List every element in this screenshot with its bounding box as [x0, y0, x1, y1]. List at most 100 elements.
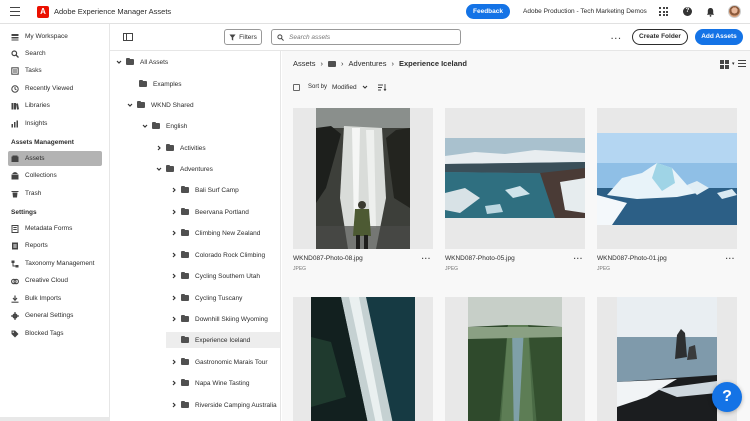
- rail-item-creative-cloud[interactable]: Creative Cloud: [8, 273, 102, 288]
- asset-name: WKND087-Photo-01.jpg: [597, 255, 667, 262]
- asset-thumbnail[interactable]: [293, 297, 433, 421]
- rail-item-insights[interactable]: Insights: [8, 116, 102, 131]
- chevron-down-icon[interactable]: [156, 166, 162, 172]
- menu-icon[interactable]: [738, 60, 746, 67]
- breadcrumb-adventures[interactable]: Adventures: [349, 59, 387, 68]
- add-assets-button[interactable]: Add Assets: [695, 29, 743, 45]
- blocked-tag-icon: [11, 330, 19, 337]
- tree-item-cycling-tuscany[interactable]: Cycling Tuscany: [171, 290, 276, 306]
- help-icon[interactable]: ?: [683, 7, 692, 16]
- asset-thumbnail[interactable]: [445, 297, 585, 421]
- avatar[interactable]: [728, 5, 741, 18]
- chevron-right-icon[interactable]: [171, 316, 177, 322]
- chevron-right-icon[interactable]: [171, 187, 177, 193]
- asset-card[interactable]: WKND087-Photo-05.jpg JPEG ···: [445, 108, 585, 272]
- tree-item-english[interactable]: English: [142, 118, 276, 134]
- chevron-right-icon[interactable]: [171, 273, 177, 279]
- rail-item-recently-viewed[interactable]: Recently Viewed: [8, 81, 102, 96]
- asset-card[interactable]: WKND087-Photo-01.jpg JPEG ···: [597, 108, 737, 272]
- chevron-right-icon[interactable]: [171, 230, 177, 236]
- chevron-right-icon[interactable]: [171, 295, 177, 301]
- chevron-right-icon[interactable]: [171, 252, 177, 258]
- more-actions-icon[interactable]: ···: [574, 254, 584, 263]
- rail-item-label: Reports: [25, 242, 48, 249]
- chevron-right-icon[interactable]: [171, 359, 177, 365]
- chevron-right-icon[interactable]: [171, 380, 177, 386]
- tree-item-climbing-new-zealand[interactable]: Climbing New Zealand: [171, 225, 276, 241]
- rail-item-bulk-imports[interactable]: Bulk Imports: [8, 291, 102, 306]
- rail-item-label: General Settings: [25, 312, 74, 319]
- chevron-right-icon[interactable]: [171, 402, 177, 408]
- chart-icon: [11, 120, 18, 127]
- chevron-right-icon[interactable]: [171, 209, 177, 215]
- grid-view-icon[interactable]: [720, 60, 729, 69]
- asset-thumbnail[interactable]: [445, 108, 585, 249]
- tree-item-experience-iceland[interactable]: Experience Iceland: [166, 332, 280, 348]
- rail-item-search[interactable]: Search: [8, 46, 102, 61]
- rail-item-blocked-tags[interactable]: Blocked Tags: [8, 326, 102, 341]
- tree-item-napa-wine-tasting[interactable]: Napa Wine Tasting: [171, 375, 276, 391]
- app-switcher-icon[interactable]: [659, 7, 668, 16]
- tree-item-colorado-rock-climbing[interactable]: Colorado Rock Climbing: [171, 247, 276, 263]
- more-actions-icon[interactable]: ···: [726, 254, 736, 263]
- feedback-button[interactable]: Feedback: [466, 4, 510, 19]
- tree-item-bali-surf-camp[interactable]: Bali Surf Camp: [171, 182, 276, 198]
- tree-item-cycling-southern-utah[interactable]: Cycling Southern Utah: [171, 268, 276, 284]
- tree-item-riverside-camping-australia[interactable]: Riverside Camping Australia: [171, 397, 280, 413]
- tree-item-label: Activities: [180, 144, 206, 152]
- tree-item-gastronomic-marais-tour[interactable]: Gastronomic Marais Tour: [171, 354, 276, 370]
- chevron-down-icon[interactable]: [116, 59, 122, 65]
- chevron-down-icon[interactable]: ▾: [732, 61, 735, 67]
- hamburger-menu-icon[interactable]: [10, 7, 20, 16]
- canyon-photo: [468, 297, 562, 421]
- org-switcher[interactable]: Adobe Production - Tech Marketing Demos: [523, 8, 647, 15]
- tree-item-downhill-skiing-wyoming[interactable]: Downhill Skiing Wyoming: [171, 311, 276, 327]
- rail-item-collections[interactable]: Collections: [8, 168, 102, 183]
- bell-icon[interactable]: [706, 7, 715, 17]
- beach-sea-stack-photo: [617, 297, 717, 421]
- shore-aerial-photo: [311, 297, 415, 421]
- asset-card[interactable]: [293, 297, 433, 421]
- tree-item-adventures[interactable]: Adventures: [156, 161, 276, 177]
- asset-thumbnail[interactable]: [597, 108, 737, 249]
- sort-dropdown[interactable]: Modified: [332, 84, 357, 91]
- rail-item-tasks[interactable]: Tasks: [8, 63, 102, 78]
- rail-item-label: Libraries: [25, 102, 50, 109]
- tree-item-wknd-shared[interactable]: WKND Shared: [127, 97, 276, 113]
- folder-icon[interactable]: [328, 60, 337, 67]
- rail-item-metadata-forms[interactable]: Metadata Forms: [8, 221, 102, 236]
- rail-item-taxonomy-management[interactable]: Taxonomy Management: [8, 256, 102, 271]
- tree-item-examples[interactable]: Examples: [129, 76, 276, 92]
- select-all-checkbox[interactable]: [293, 83, 300, 91]
- chevron-down-icon[interactable]: [127, 102, 133, 108]
- folder-icon: [181, 250, 189, 258]
- asset-thumbnail[interactable]: [293, 108, 433, 249]
- rail-item-trash[interactable]: Trash: [8, 186, 102, 201]
- asset-card[interactable]: [445, 297, 585, 421]
- folder-icon: [181, 185, 189, 193]
- rail-item-reports[interactable]: Reports: [8, 238, 102, 253]
- create-folder-button[interactable]: Create Folder: [632, 29, 688, 45]
- chevron-down-icon[interactable]: [362, 84, 368, 90]
- search-field[interactable]: [271, 29, 461, 45]
- asset-card[interactable]: WKND087-Photo-08.jpg JPEG ···: [293, 108, 433, 272]
- toggle-panel-icon[interactable]: [123, 33, 133, 41]
- more-actions-icon[interactable]: ···: [422, 254, 432, 263]
- rail-scrollbar[interactable]: [0, 417, 110, 421]
- rail-item-assets[interactable]: Assets: [8, 151, 102, 166]
- rail-item-general-settings[interactable]: General Settings: [8, 308, 102, 323]
- workspace-icon: [11, 33, 19, 40]
- search-input[interactable]: [289, 33, 449, 41]
- chevron-right-icon[interactable]: [156, 145, 162, 151]
- tree-item-all-assets[interactable]: All Assets: [116, 54, 276, 70]
- sort-order-icon[interactable]: [377, 83, 387, 91]
- chevron-down-icon[interactable]: [142, 123, 148, 129]
- rail-item-my-workspace[interactable]: My Workspace: [8, 29, 102, 44]
- more-actions-icon[interactable]: ···: [611, 34, 622, 43]
- tree-item-activities[interactable]: Activities: [156, 140, 276, 156]
- help-chat-button[interactable]: ?: [712, 382, 742, 412]
- tree-item-beervana-portland[interactable]: Beervana Portland: [171, 204, 276, 220]
- breadcrumb-assets[interactable]: Assets: [293, 59, 316, 68]
- rail-item-libraries[interactable]: Libraries: [8, 98, 102, 113]
- filters-button[interactable]: Filters: [224, 29, 262, 45]
